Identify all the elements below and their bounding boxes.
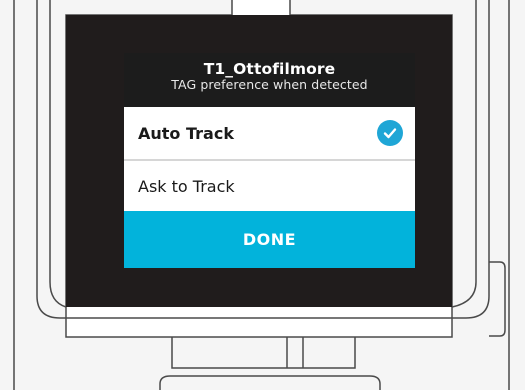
done-button-label: DONE [242, 230, 297, 249]
dialog-header: T1_Ottofilmore TAG preference when detec… [124, 53, 415, 107]
dialog-title: T1_Ottofilmore [203, 60, 336, 78]
tag-preference-dialog: T1_Ottofilmore TAG preference when detec… [124, 53, 415, 268]
option-ask-to-track[interactable]: Ask to Track [124, 159, 415, 211]
check-circle-icon [377, 120, 403, 146]
option-auto-track[interactable]: Auto Track [124, 107, 415, 159]
done-button[interactable]: DONE [124, 211, 415, 268]
dialog-subtitle: TAG preference when detected [171, 77, 368, 92]
option-label: Auto Track [138, 123, 234, 143]
option-label: Ask to Track [138, 176, 235, 196]
